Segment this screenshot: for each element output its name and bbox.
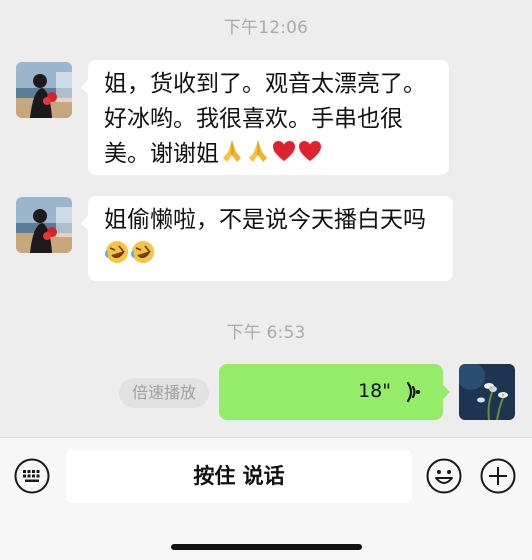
rofl-emoji <box>105 241 128 263</box>
timestamp: 下午12:06 <box>223 18 309 38</box>
chat-area[interactable]: 下午12:06 姐，货收到了。观音太漂亮了。好冰哟。我很喜欢。手串也很美。谢谢姐 <box>0 0 532 437</box>
message-text: 姐偷懒啦，不是说今天播白天吗 <box>104 207 426 233</box>
contact-avatar[interactable] <box>16 62 72 118</box>
voice-wave-icon <box>406 381 420 403</box>
plus-icon[interactable] <box>480 458 516 494</box>
my-avatar[interactable] <box>459 364 515 420</box>
rofl-emoji <box>131 241 154 263</box>
voice-duration: 18" <box>358 380 391 402</box>
contact-avatar[interactable] <box>16 197 72 253</box>
folded-hands-emoji <box>223 141 241 162</box>
folded-hands-emoji <box>249 141 267 162</box>
red-heart-emoji <box>299 141 321 161</box>
keyboard-icon[interactable] <box>14 458 50 494</box>
playback-speed-button[interactable]: 倍速播放 <box>119 378 209 408</box>
voice-message-bubble[interactable]: 18" <box>219 364 450 420</box>
input-bar: 按住 说话 <box>0 437 532 560</box>
message-bubble[interactable]: 姐，货收到了。观音太漂亮了。好冰哟。我很喜欢。手串也很美。谢谢姐 <box>81 60 449 175</box>
red-heart-emoji <box>273 141 295 161</box>
hold-to-talk-button[interactable]: 按住 说话 <box>66 450 412 503</box>
timestamp: 下午 6:53 <box>226 323 306 343</box>
emoji-icon[interactable] <box>426 458 462 494</box>
message-bubble[interactable]: 姐偷懒啦，不是说今天播白天吗 <box>81 196 453 281</box>
home-indicator <box>171 544 362 550</box>
